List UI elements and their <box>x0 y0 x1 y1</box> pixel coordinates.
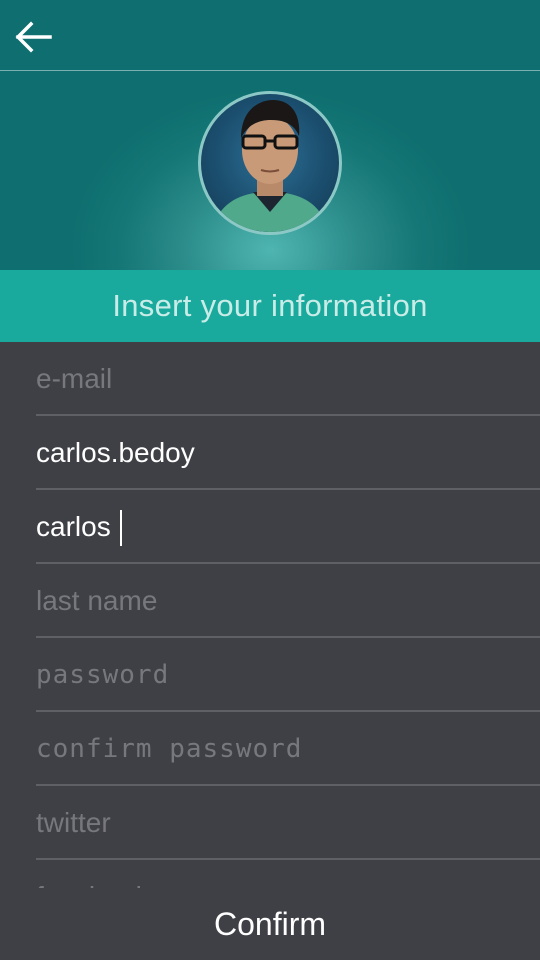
username-field-row <box>36 416 540 490</box>
confirm-button[interactable]: Confirm <box>0 888 540 960</box>
twitter-field[interactable] <box>36 807 540 839</box>
first-name-field-row <box>36 490 540 564</box>
confirm-bar: Confirm <box>0 888 540 960</box>
last-name-field-row <box>36 564 540 638</box>
facebook-field-row <box>36 860 540 888</box>
arrow-left-icon <box>15 21 52 53</box>
form-title-banner: Insert your information <box>0 270 540 342</box>
confirm-password-field-row <box>36 712 540 786</box>
twitter-field-row <box>36 786 540 860</box>
password-field[interactable] <box>36 660 540 690</box>
avatar[interactable] <box>198 91 342 235</box>
email-field[interactable] <box>36 363 540 395</box>
toolbar <box>0 0 540 71</box>
first-name-field[interactable] <box>36 511 540 543</box>
confirm-password-field[interactable] <box>36 734 540 764</box>
profile-photo <box>211 100 329 232</box>
registration-form <box>0 342 540 888</box>
back-button[interactable] <box>12 16 54 58</box>
profile-header <box>0 0 540 270</box>
facebook-field[interactable] <box>36 881 540 888</box>
form-title: Insert your information <box>112 288 428 323</box>
password-field-row <box>36 638 540 712</box>
username-field[interactable] <box>36 437 540 469</box>
email-field-row <box>36 342 540 416</box>
last-name-field[interactable] <box>36 585 540 617</box>
text-cursor <box>120 510 122 546</box>
